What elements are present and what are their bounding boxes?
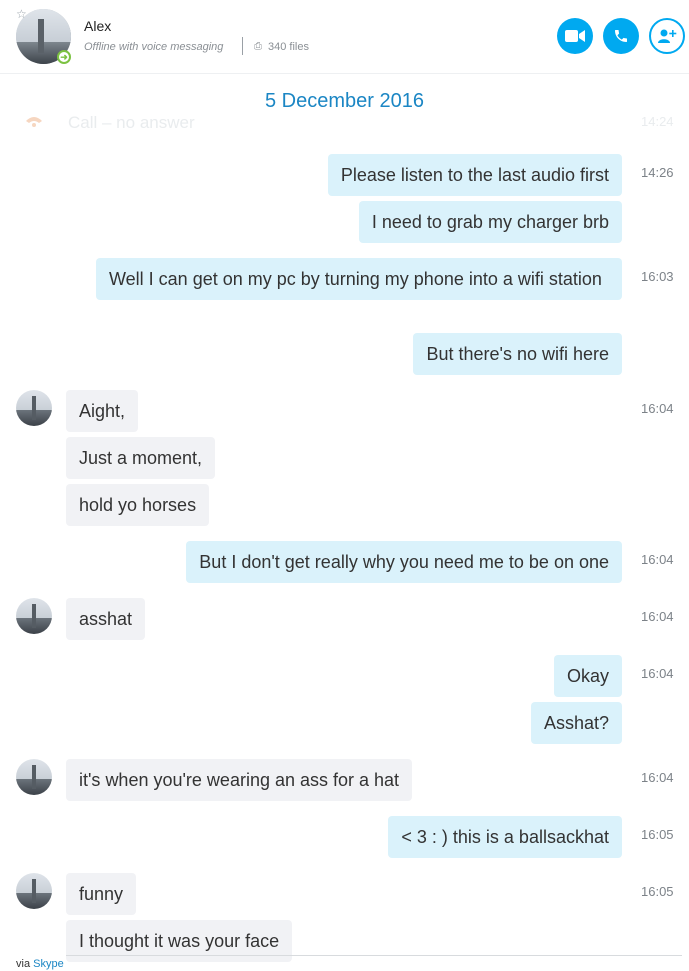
message-incoming[interactable]: Aight, (66, 390, 139, 432)
message-incoming[interactable]: hold yo horses (66, 484, 210, 526)
contact-avatar-small[interactable] (16, 598, 52, 634)
contact-avatar-small[interactable] (16, 759, 52, 795)
message-outgoing[interactable]: But I don't get really why you need me t… (186, 541, 622, 583)
date-separator: 5 December 2016 (265, 90, 424, 112)
contact-name[interactable]: Alex (84, 18, 111, 34)
files-icon: ⎙ (254, 41, 262, 52)
message-outgoing[interactable]: < 3 : ) this is a ballsackhat (388, 816, 622, 858)
message-time: 16:04 (641, 770, 674, 785)
message-time: 14:26 (641, 165, 674, 180)
message-incoming[interactable]: Just a moment, (66, 437, 216, 479)
message-time: 16:04 (641, 609, 674, 624)
via-skype-caption: via Skype (16, 958, 64, 970)
message-outgoing[interactable]: Well I can get on my pc by turning my ph… (96, 258, 622, 300)
message-incoming[interactable]: it's when you're wearing an ass for a ha… (66, 759, 413, 801)
message-time: 16:04 (641, 552, 674, 567)
video-camera-icon (565, 30, 585, 42)
message-incoming[interactable]: funny (66, 873, 137, 915)
call-no-answer-text: Call – no answer (68, 113, 195, 132)
message-outgoing[interactable]: Asshat? (530, 702, 622, 744)
message-outgoing[interactable]: Please listen to the last audio first (327, 154, 622, 196)
contact-avatar-small[interactable] (16, 873, 52, 909)
video-call-button[interactable] (557, 18, 593, 54)
conversation-header: ☆ ➜ Alex Offline with voice messaging ⎙ … (0, 0, 689, 74)
via-label: via (16, 958, 31, 970)
phone-icon (615, 30, 627, 42)
call-no-answer-time: 14:24 (641, 114, 674, 129)
message-outgoing[interactable]: Okay (553, 655, 622, 697)
message-time: 16:04 (641, 666, 674, 681)
add-people-button[interactable] (649, 18, 685, 54)
message-time: 16:03 (641, 269, 674, 284)
message-outgoing[interactable]: I need to grab my charger brb (358, 201, 622, 243)
message-time: 16:05 (641, 827, 674, 842)
favorite-star-icon[interactable]: ☆ (16, 8, 27, 20)
footer-divider (66, 955, 682, 956)
message-time: 16:04 (641, 401, 674, 416)
message-outgoing[interactable]: But there's no wifi here (413, 333, 622, 375)
status-arrow-icon: ➜ (57, 50, 71, 64)
add-person-icon (658, 29, 677, 43)
voice-call-button[interactable] (603, 18, 639, 54)
contact-status: Offline with voice messaging (84, 41, 224, 53)
header-divider (242, 37, 243, 55)
message-time: 16:05 (641, 884, 674, 899)
shared-files-link[interactable]: 340 files (268, 41, 309, 53)
message-incoming[interactable]: asshat (66, 598, 146, 640)
contact-avatar-small[interactable] (16, 390, 52, 426)
skype-link[interactable]: Skype (33, 958, 64, 970)
missed-call-icon (26, 117, 42, 127)
